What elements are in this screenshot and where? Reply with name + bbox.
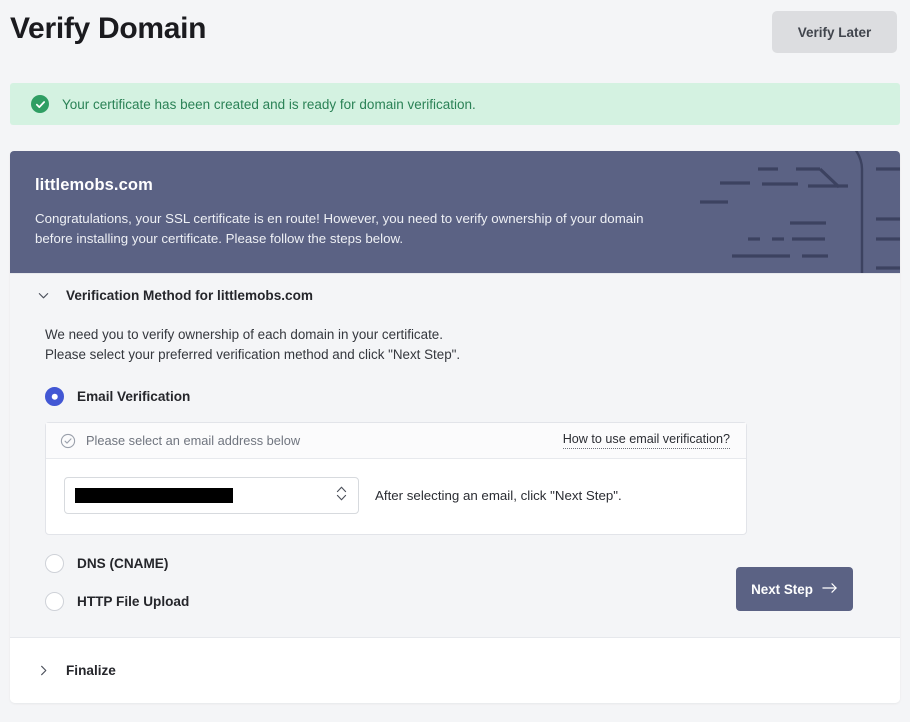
radio-option-email-verification[interactable]: Email Verification <box>45 387 876 406</box>
method-options-and-action: DNS (CNAME) HTTP File Upload Next Step <box>45 554 876 611</box>
radio-label-email-verification: Email Verification <box>77 389 190 404</box>
verification-card: littlemobs.com Congratulations, your SSL… <box>10 151 900 703</box>
circle-check-icon <box>60 433 76 449</box>
page-header: Verify Domain Verify Later <box>0 0 910 78</box>
verify-later-button[interactable]: Verify Later <box>772 11 897 53</box>
radio-button-email-verification[interactable] <box>45 387 64 406</box>
email-panel-header: Please select an email address below How… <box>46 423 746 459</box>
next-step-button[interactable]: Next Step <box>736 567 853 611</box>
intro-line-2: Please select your preferred verificatio… <box>45 345 876 365</box>
verification-method-body: We need you to verify ownership of each … <box>10 325 900 611</box>
email-panel-body: After selecting an email, click "Next St… <box>46 459 746 534</box>
radio-button-http-file-upload[interactable] <box>45 592 64 611</box>
email-verification-help-link[interactable]: How to use email verification? <box>563 432 730 449</box>
email-panel-status-text: Please select an email address below <box>86 433 563 448</box>
redacted-email-value <box>75 488 233 503</box>
domain-banner: littlemobs.com Congratulations, your SSL… <box>10 151 900 273</box>
radio-label-dns-cname: DNS (CNAME) <box>77 556 168 571</box>
chevron-up-down-icon <box>336 484 347 508</box>
radio-label-http-file-upload: HTTP File Upload <box>77 594 189 609</box>
verification-method-section-header[interactable]: Verification Method for littlemobs.com <box>10 274 900 316</box>
banner-description: Congratulations, your SSL certificate is… <box>35 209 655 249</box>
after-select-note: After selecting an email, click "Next St… <box>375 488 622 503</box>
chevron-right-icon <box>34 664 52 677</box>
decorative-code-lines-graphic <box>700 151 900 273</box>
intro-line-1: We need you to verify ownership of each … <box>45 325 876 345</box>
email-selection-panel: Please select an email address below How… <box>45 422 747 535</box>
verification-method-heading: Verification Method for littlemobs.com <box>66 288 313 303</box>
alert-message: Your certificate has been created and is… <box>62 97 476 112</box>
arrow-right-icon <box>822 582 838 597</box>
page-title: Verify Domain <box>10 12 206 46</box>
email-address-select[interactable] <box>64 477 359 514</box>
finalize-heading: Finalize <box>66 663 116 678</box>
radio-button-dns-cname[interactable] <box>45 554 64 573</box>
verification-method-section: Verification Method for littlemobs.com W… <box>10 273 900 637</box>
finalize-section-header[interactable]: Finalize <box>10 637 900 703</box>
chevron-down-icon <box>34 289 52 302</box>
check-circle-icon <box>31 95 49 113</box>
next-step-label: Next Step <box>751 582 813 597</box>
success-alert: Your certificate has been created and is… <box>10 83 900 125</box>
banner-domain-name: littlemobs.com <box>35 176 900 195</box>
